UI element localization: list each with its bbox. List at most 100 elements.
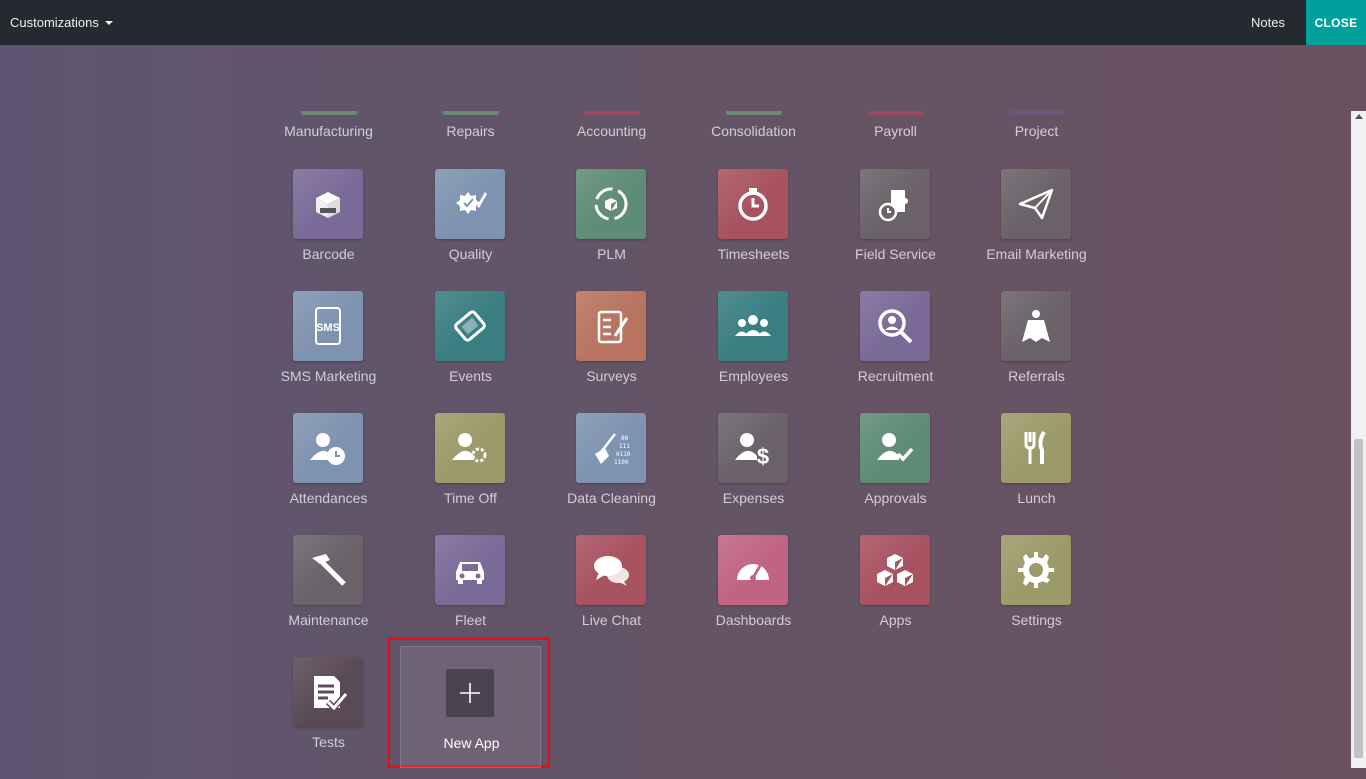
app-label: Referrals [1008,368,1065,384]
new-app-tile[interactable]: New App [400,646,541,768]
app-tile-maintenance[interactable]: Maintenance [258,535,399,657]
app-tile-field-service[interactable]: Field Service [825,169,966,291]
broom-binary-icon: 00 111 0110 1100 [576,413,646,483]
person-dollar-icon: $ [718,413,788,483]
top-bar: Customizations Notes CLOSE [0,0,1366,45]
person-sun-icon [435,413,505,483]
svg-text:111: 111 [619,443,630,450]
app-label: Barcode [302,246,355,262]
app-label-payroll[interactable]: Payroll [825,123,966,139]
scroll-thumb[interactable] [1354,439,1363,758]
app-label: PLM [597,246,626,262]
app-label-project[interactable]: Project [966,123,1107,139]
app-tile-expenses[interactable]: $ Expenses [683,413,824,535]
magnifier-person-icon [860,291,930,361]
app-label: Apps [879,612,912,628]
people-group-icon [718,291,788,361]
app-label: Live Chat [581,612,642,628]
app-tile-sms-marketing[interactable]: SMS SMS Marketing [258,291,399,413]
app-tile-timesheets[interactable]: Timesheets [683,169,824,291]
app-label-repairs[interactable]: Repairs [400,123,541,139]
app-label: Field Service [855,246,936,262]
close-button[interactable]: CLOSE [1306,0,1366,45]
svg-text:$: $ [757,444,769,468]
cubes-icon [860,535,930,605]
paper-plane-icon [1001,169,1071,239]
partial-app-stripe [443,111,499,115]
person-check-icon [860,413,930,483]
app-tile-tests[interactable]: Tests [258,657,399,779]
app-label: Timesheets [717,246,790,262]
gauge-icon [718,535,788,605]
plm-cycle-icon [576,169,646,239]
app-label: Time Off [444,490,497,506]
app-tile-approvals[interactable]: Approvals [825,413,966,535]
app-tile-dashboards[interactable]: Dashboards [683,535,824,657]
car-icon [435,535,505,605]
svg-text:SMS: SMS [316,322,340,334]
app-label: Dashboards [715,612,792,628]
scroll-up-arrow-icon[interactable] [1355,114,1363,119]
app-tile-quality[interactable]: Quality [400,169,541,291]
app-label: Approvals [864,490,927,506]
notes-button[interactable]: Notes [1251,0,1285,45]
app-label: SMS Marketing [280,368,377,384]
customizations-label: Customizations [10,15,99,30]
svg-text:0110: 0110 [616,451,631,458]
app-tile-employees[interactable]: Employees [683,291,824,413]
app-tile-email-marketing[interactable]: Email Marketing [966,169,1107,291]
app-label: Email Marketing [986,246,1087,262]
partial-app-stripe [301,111,357,115]
document-check-icon [293,657,363,727]
svg-text:00: 00 [621,435,629,442]
app-tile-recruitment[interactable]: Recruitment [825,291,966,413]
svg-text:1100: 1100 [614,459,629,466]
quality-badge-icon [435,169,505,239]
chat-bubbles-icon [576,535,646,605]
app-label: Settings [1011,612,1062,628]
app-tile-time-off[interactable]: Time Off [400,413,541,535]
partial-app-stripe [868,111,924,115]
new-app-label: New App [443,735,500,751]
app-label: Tests [312,734,345,750]
caret-down-icon [104,20,113,25]
app-tile-attendances[interactable]: Attendances [258,413,399,535]
app-label-consolidation[interactable]: Consolidation [683,123,824,139]
app-label: Lunch [1017,490,1056,506]
stopwatch-icon [718,169,788,239]
ticket-icon [435,291,505,361]
sms-phone-icon: SMS [293,291,363,361]
barcode-box-icon [293,169,363,239]
app-label: Fleet [454,612,487,628]
plus-icon [446,669,494,717]
app-label: Surveys [586,368,637,384]
app-tile-live-chat[interactable]: Live Chat [541,535,682,657]
app-tile-apps[interactable]: Apps [825,535,966,657]
gear-icon [1001,535,1071,605]
app-tile-surveys[interactable]: Surveys [541,291,682,413]
app-label: Attendances [289,490,368,506]
scrollbar[interactable] [1351,111,1366,768]
app-tile-plm[interactable]: PLM [541,169,682,291]
partial-app-stripe [1009,111,1065,115]
app-tile-settings[interactable]: Settings [966,535,1107,657]
app-tile-events[interactable]: Events [400,291,541,413]
app-tile-lunch[interactable]: Lunch [966,413,1107,535]
app-label: Expenses [722,490,785,506]
partial-app-stripe [584,111,640,115]
customizations-menu[interactable]: Customizations [0,15,113,30]
app-tile-data-cleaning[interactable]: 00 111 0110 1100 Data Cleaning [541,413,682,535]
app-tile-referrals[interactable]: Referrals [966,291,1107,413]
app-label: Quality [448,246,493,262]
app-label: Maintenance [288,612,369,628]
app-tile-barcode[interactable]: Barcode [258,169,399,291]
app-label-accounting[interactable]: Accounting [541,123,682,139]
app-label-manufacturing[interactable]: Manufacturing [258,123,399,139]
app-label: Events [449,368,492,384]
person-clock-icon [293,413,363,483]
app-label: Data Cleaning [567,490,656,506]
app-label: Employees [718,368,789,384]
fork-knife-icon [1001,413,1071,483]
clipboard-check-icon [576,291,646,361]
app-label: Recruitment [857,368,934,384]
